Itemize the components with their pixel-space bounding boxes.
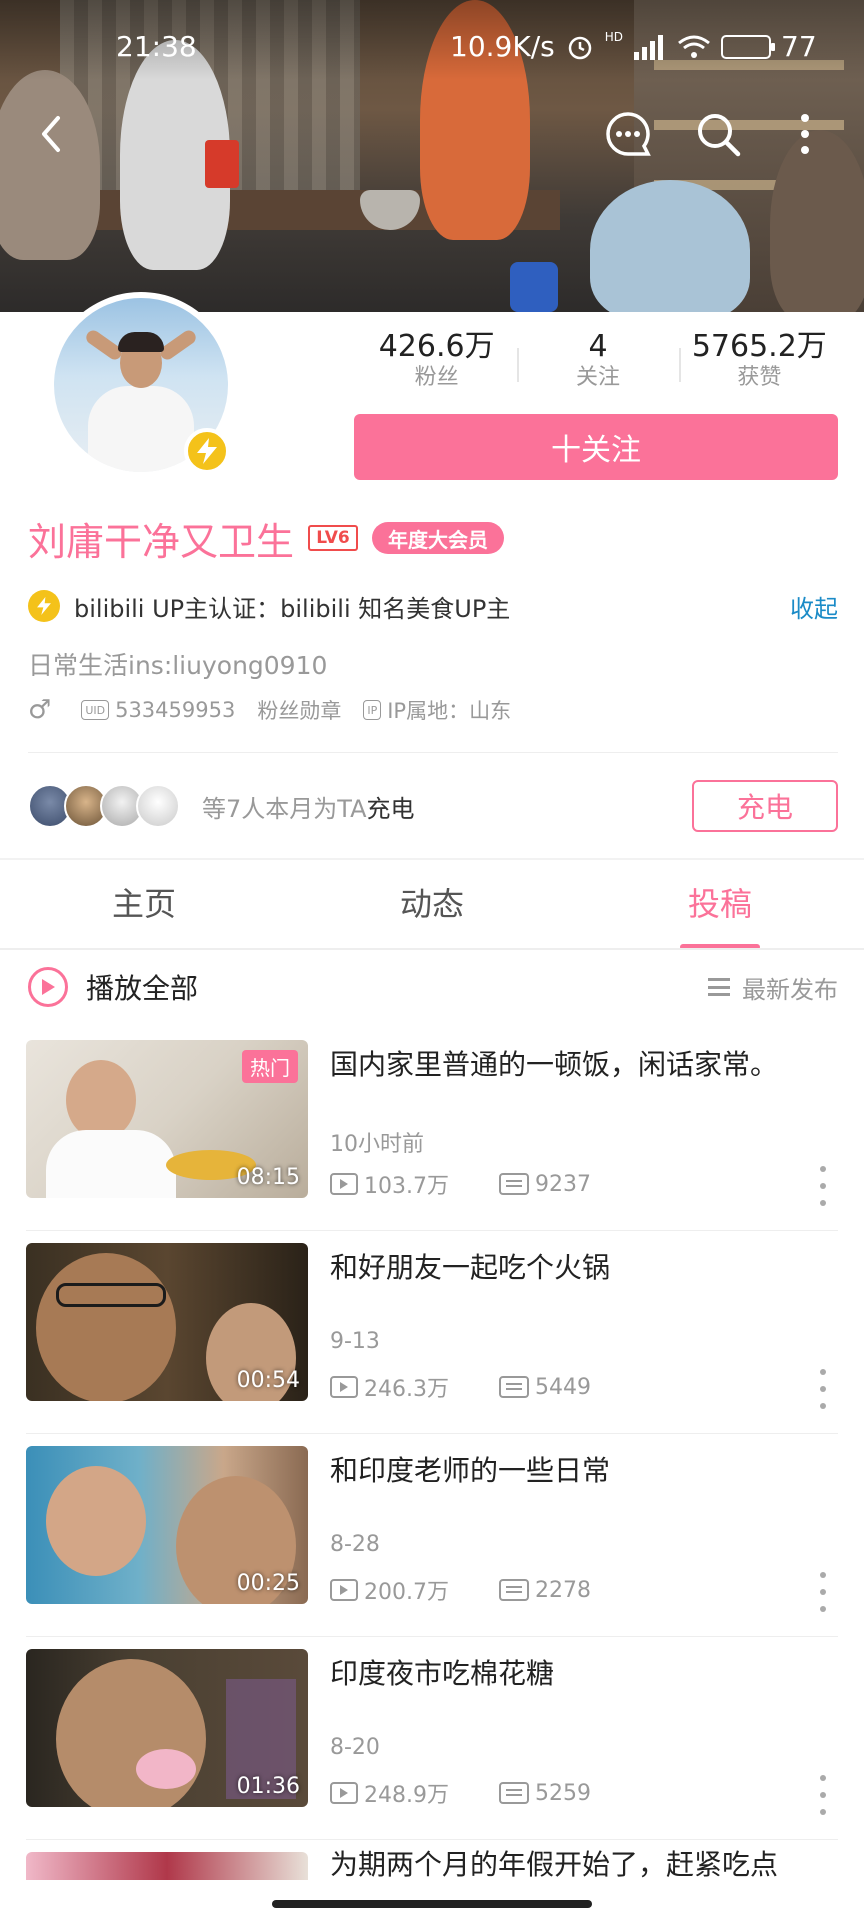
divider	[28, 752, 838, 753]
profile-tabs: 主页 动态 投稿	[0, 860, 864, 950]
list-icon	[708, 978, 730, 996]
wifi-icon	[678, 35, 710, 58]
danmaku-icon	[498, 1376, 529, 1398]
tab-uploads[interactable]: 投稿	[576, 860, 864, 950]
back-icon[interactable]	[28, 110, 76, 158]
video-title[interactable]: 印度夜市吃棉花糖	[330, 1655, 830, 1693]
stat-fans[interactable]: 426.6万 粉丝	[356, 330, 517, 392]
more-vertical-icon[interactable]	[790, 110, 820, 158]
ip-icon: IP	[363, 700, 382, 720]
charge-row: 等7人本月为TA充电 充电	[28, 778, 838, 834]
alarm-icon	[568, 36, 591, 59]
video-date: 10小时前	[330, 1132, 424, 1157]
signal-icon	[634, 34, 663, 60]
video-date: 9-13	[330, 1329, 380, 1354]
uid-icon: UID	[81, 700, 110, 720]
tab-home[interactable]: 主页	[0, 860, 288, 950]
video-duration: 08:15	[236, 1165, 300, 1190]
video-date: 8-28	[330, 1532, 380, 1557]
home-indicator[interactable]	[272, 1900, 592, 1908]
more-icon[interactable]	[818, 1775, 828, 1815]
video-title[interactable]: 国内家里普通的一顿饭，闲话家常。	[330, 1046, 830, 1084]
video-thumbnail[interactable]: 00:25	[26, 1446, 308, 1604]
banner-jug	[510, 262, 558, 312]
status-time: 21:38	[116, 30, 197, 63]
video-duration: 01:36	[236, 1774, 300, 1799]
battery-icon	[721, 34, 775, 59]
bolt-icon	[184, 428, 230, 474]
level-badge: LV6	[308, 525, 359, 551]
video-duration: 00:25	[236, 1571, 300, 1596]
banner-person	[590, 180, 750, 312]
video-item[interactable]: 00:54 和好朋友一起吃个火锅 9-13 246.3万 5449	[0, 1231, 864, 1434]
view-count: 103.7万	[364, 1174, 449, 1199]
tab-dynamics[interactable]: 动态	[288, 860, 576, 950]
danmaku-icon	[498, 1173, 529, 1195]
play-all-button[interactable]: 播放全部	[86, 967, 198, 1007]
video-item[interactable]: 00:25 和印度老师的一些日常 8-28 200.7万 2278	[0, 1434, 864, 1637]
profile-meta: ♂ UID 533459953 粉丝勋章 IP IP属地：山东	[28, 694, 533, 726]
name-row: 刘庸干净又卫生 LV6 年度大会员	[28, 512, 505, 564]
video-thumbnail[interactable]: 热门 08:15	[26, 1040, 308, 1198]
fan-medal-link[interactable]: 粉丝勋章	[257, 695, 341, 725]
bio-text: 日常生活ins:liuyong0910	[28, 651, 328, 680]
danmaku-count: 5259	[534, 1780, 591, 1806]
search-icon[interactable]	[694, 110, 742, 158]
video-title[interactable]: 为期两个月的年假开始了，赶紧吃点	[330, 1846, 830, 1880]
play-count-icon	[330, 1173, 358, 1195]
ip-item: IP IP属地：山东	[363, 695, 511, 725]
play-count-icon	[330, 1579, 358, 1601]
video-item[interactable]: 01:36 印度夜市吃棉花糖 8-20 248.9万 5259	[0, 1637, 864, 1840]
uid-item[interactable]: UID 533459953	[81, 698, 235, 722]
charge-summary: 等7人本月为TA充电	[202, 794, 415, 823]
stat-following[interactable]: 4 关注	[517, 330, 678, 392]
video-duration: 00:54	[236, 1368, 300, 1393]
charge-button[interactable]: 充电	[692, 780, 838, 832]
video-title[interactable]: 和好朋友一起吃个火锅	[330, 1249, 830, 1287]
net-speed: 10.9K/s	[450, 30, 555, 63]
certification-text: bilibili UP主认证：bilibili 知名美食UP主	[74, 594, 511, 623]
video-thumbnail[interactable]: 01:36	[26, 1649, 308, 1807]
hot-badge: 热门	[242, 1050, 298, 1083]
danmaku-count: 5449	[534, 1374, 591, 1400]
playall-row: 播放全部 最新发布	[28, 962, 838, 1012]
danmaku-icon	[498, 1782, 529, 1804]
play-count-icon	[330, 1376, 358, 1398]
collapse-link[interactable]: 收起	[790, 589, 838, 624]
profile-stats: 426.6万 粉丝 4 关注 5765.2万 获赞	[356, 330, 840, 392]
more-icon[interactable]	[818, 1166, 828, 1206]
gender-icon: ♂	[28, 695, 52, 725]
danmaku-icon	[498, 1579, 529, 1601]
video-date: 8-20	[330, 1735, 380, 1760]
sort-button[interactable]: 最新发布	[708, 970, 838, 1005]
follow-button[interactable]: 十关注	[354, 414, 838, 480]
more-icon[interactable]	[818, 1572, 828, 1612]
divider	[0, 948, 864, 950]
view-count: 246.3万	[364, 1377, 449, 1402]
charger-avatars[interactable]	[28, 784, 180, 828]
certification-row: bilibili UP主认证：bilibili 知名美食UP主 收起	[28, 586, 838, 626]
view-count: 248.9万	[364, 1783, 449, 1808]
avatar	[136, 784, 180, 828]
certified-bolt-icon	[28, 590, 60, 622]
more-icon[interactable]	[818, 1369, 828, 1409]
hd-label: HD	[604, 30, 623, 44]
battery-level: 77	[781, 30, 817, 63]
video-item[interactable]: 热门 08:15 国内家里普通的一顿饭，闲话家常。 10小时前 103.7万 9…	[0, 1028, 864, 1231]
username: 刘庸干净又卫生	[28, 519, 295, 564]
vip-badge[interactable]: 年度大会员	[372, 522, 505, 554]
video-thumbnail[interactable]	[26, 1852, 308, 1880]
video-thumbnail[interactable]: 00:54	[26, 1243, 308, 1401]
play-count-icon	[330, 1782, 358, 1804]
message-icon[interactable]	[604, 110, 652, 158]
danmaku-count: 9237	[534, 1171, 591, 1197]
top-nav	[0, 108, 864, 160]
danmaku-count: 2278	[534, 1577, 591, 1603]
video-item[interactable]: 为期两个月的年假开始了，赶紧吃点	[0, 1840, 864, 1880]
status-bar: 21:38 10.9K/s HD 77	[0, 28, 864, 68]
play-all-icon[interactable]	[28, 967, 68, 1007]
stat-likes[interactable]: 5765.2万 获赞	[678, 330, 840, 392]
view-count: 200.7万	[364, 1580, 449, 1605]
video-title[interactable]: 和印度老师的一些日常	[330, 1452, 830, 1490]
